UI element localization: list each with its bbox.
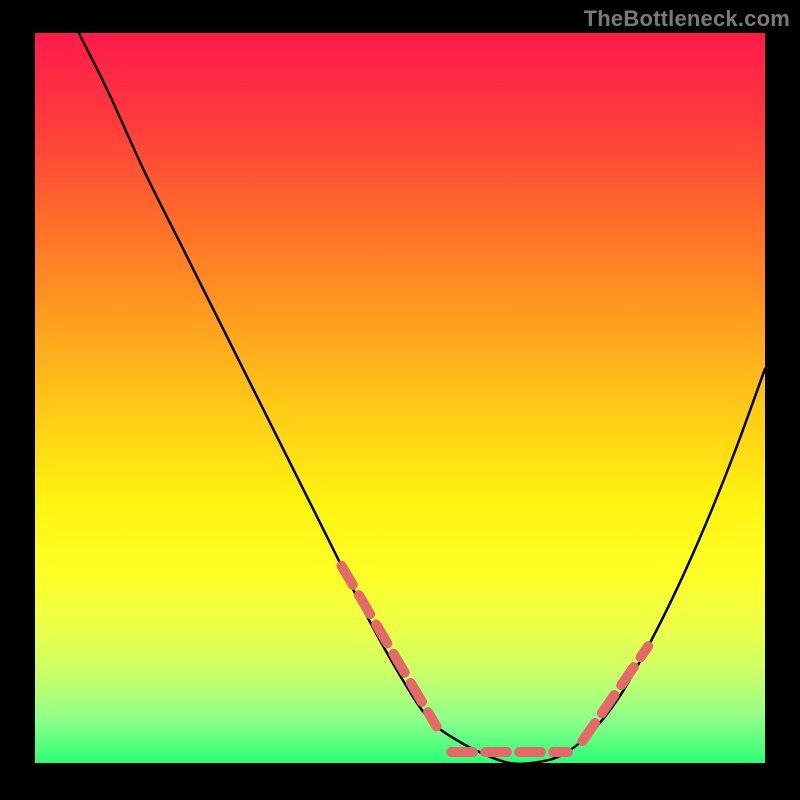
attribution-label: TheBottleneck.com [584,6,790,32]
bottleneck-curve-path [79,33,765,764]
left-overlay-dash [342,566,437,727]
right-overlay-dash [583,646,649,741]
bottleneck-chart [35,33,765,763]
